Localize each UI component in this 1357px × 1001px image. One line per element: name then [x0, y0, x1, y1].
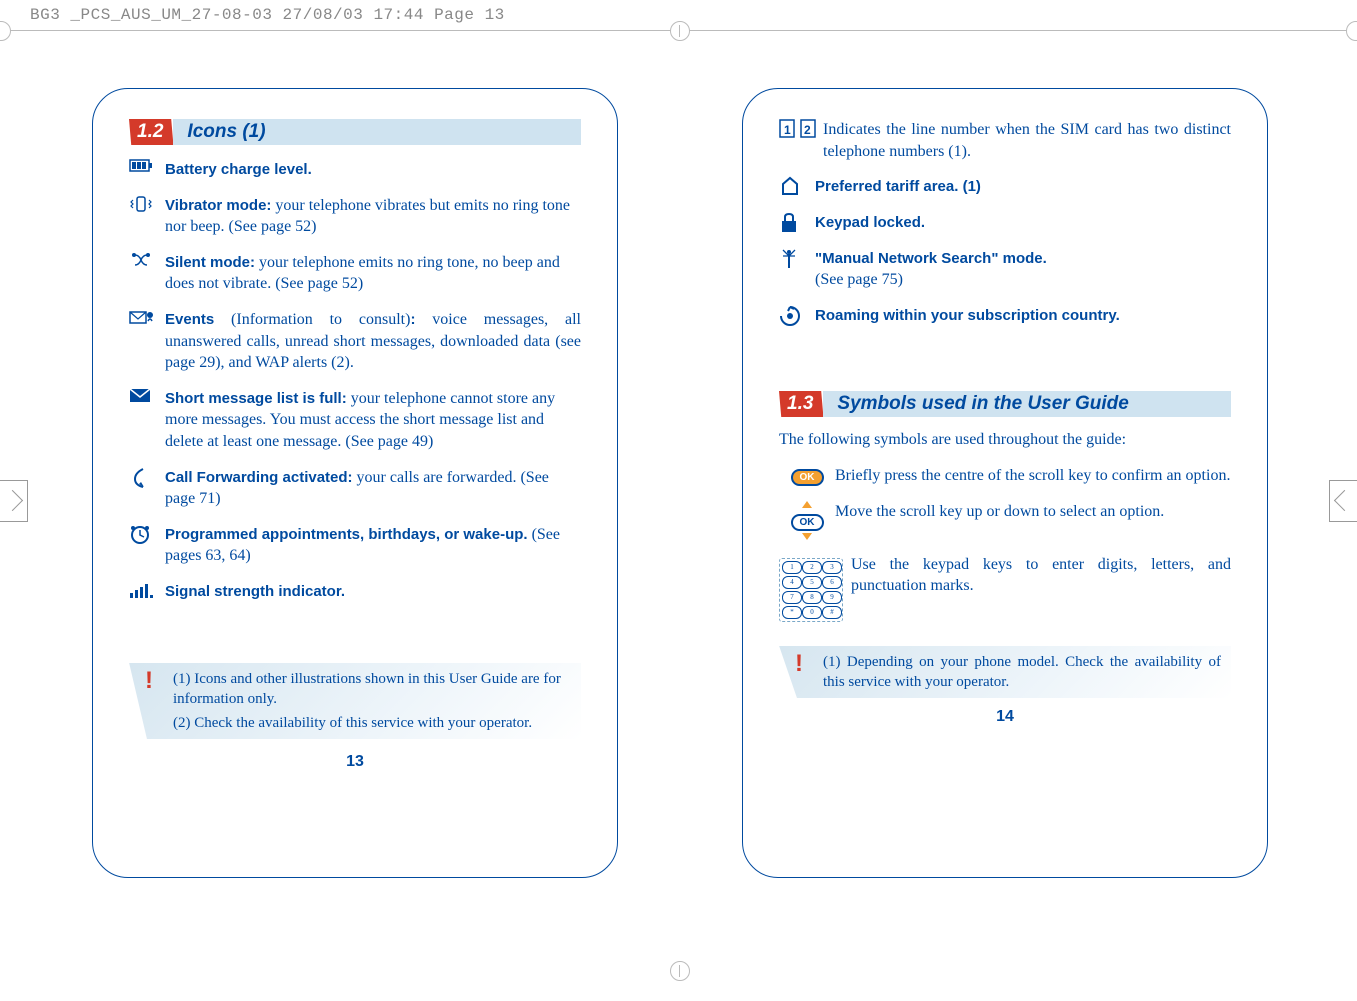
message-full-icon [129, 388, 165, 453]
lock-icon [779, 212, 815, 234]
battery-icon [129, 159, 165, 181]
vibrator-icon [129, 195, 165, 238]
section-number: 1.2 [129, 119, 173, 145]
section-number: 1.3 [779, 391, 823, 417]
page-14: 12 Indicates the line number when the SI… [742, 88, 1268, 878]
page-number: 14 [779, 708, 1231, 726]
ok-press-icon: OK [779, 465, 835, 487]
file-header: BG3 _PCS_AUS_UM_27-08-03 27/08/03 17:44 … [30, 6, 505, 24]
item-text: "Manual Network Search" mode. (See page … [815, 248, 1231, 291]
symbol-text: Briefly press the centre of the scroll k… [835, 465, 1231, 487]
section-title: Symbols used in the User Guide [823, 391, 1231, 417]
item-text: Preferred tariff area. (1) [815, 176, 1231, 198]
item-text: Short message list is full: your telepho… [165, 388, 581, 453]
footnote: ! (1) Depending on your phone model. Che… [779, 646, 1231, 699]
page-number: 13 [129, 753, 581, 771]
roaming-icon [779, 305, 815, 327]
appointment-icon [129, 524, 165, 567]
item-text: Vibrator mode: your telephone vibrates b… [165, 195, 581, 238]
tariff-icon [779, 176, 815, 198]
section-title: Icons (1) [173, 119, 581, 145]
warning-icon: ! [145, 665, 153, 697]
item-text: Programmed appointments, birthdays, or w… [165, 524, 581, 567]
crop-mark-top [0, 30, 1357, 31]
registration-right [1329, 480, 1357, 522]
item-text: Battery charge level. [165, 159, 581, 181]
antenna-icon [779, 248, 815, 291]
item-text: Roaming within your subscription country… [815, 305, 1231, 327]
keypad-icon: 123456789*0# [779, 554, 851, 622]
signal-icon [129, 581, 165, 603]
line-number-icon: 12 [779, 119, 823, 162]
ok-scroll-icon: OK [779, 501, 835, 540]
item-text: Signal strength indicator. [165, 581, 581, 603]
page-13: 1.2 Icons (1) Battery charge level. Vibr… [92, 88, 618, 878]
item-text: Events (Information to consult): voice m… [165, 309, 581, 374]
item-text: Call Forwarding activated: your calls ar… [165, 467, 581, 510]
svg-text:1: 1 [784, 123, 791, 137]
registration-left [0, 480, 28, 522]
crop-mark-bottom [670, 961, 690, 981]
section-header: 1.2 Icons (1) [129, 119, 581, 145]
svg-text:2: 2 [804, 123, 811, 137]
symbol-text: Use the keypad keys to enter digits, let… [851, 554, 1231, 622]
events-icon [129, 309, 165, 374]
intro-text: The following symbols are used throughou… [779, 431, 1231, 449]
silent-icon [129, 252, 165, 295]
section-header: 1.3 Symbols used in the User Guide [779, 391, 1231, 417]
symbol-text: Move the scroll key up or down to select… [835, 501, 1231, 540]
forwarding-icon [129, 467, 165, 510]
warning-icon: ! [795, 648, 803, 680]
item-text: Indicates the line number when the SIM c… [823, 119, 1231, 162]
item-text: Silent mode: your telephone emits no rin… [165, 252, 581, 295]
footnote: ! (1) Icons and other illustrations show… [129, 663, 581, 740]
item-text: Keypad locked. [815, 212, 1231, 234]
